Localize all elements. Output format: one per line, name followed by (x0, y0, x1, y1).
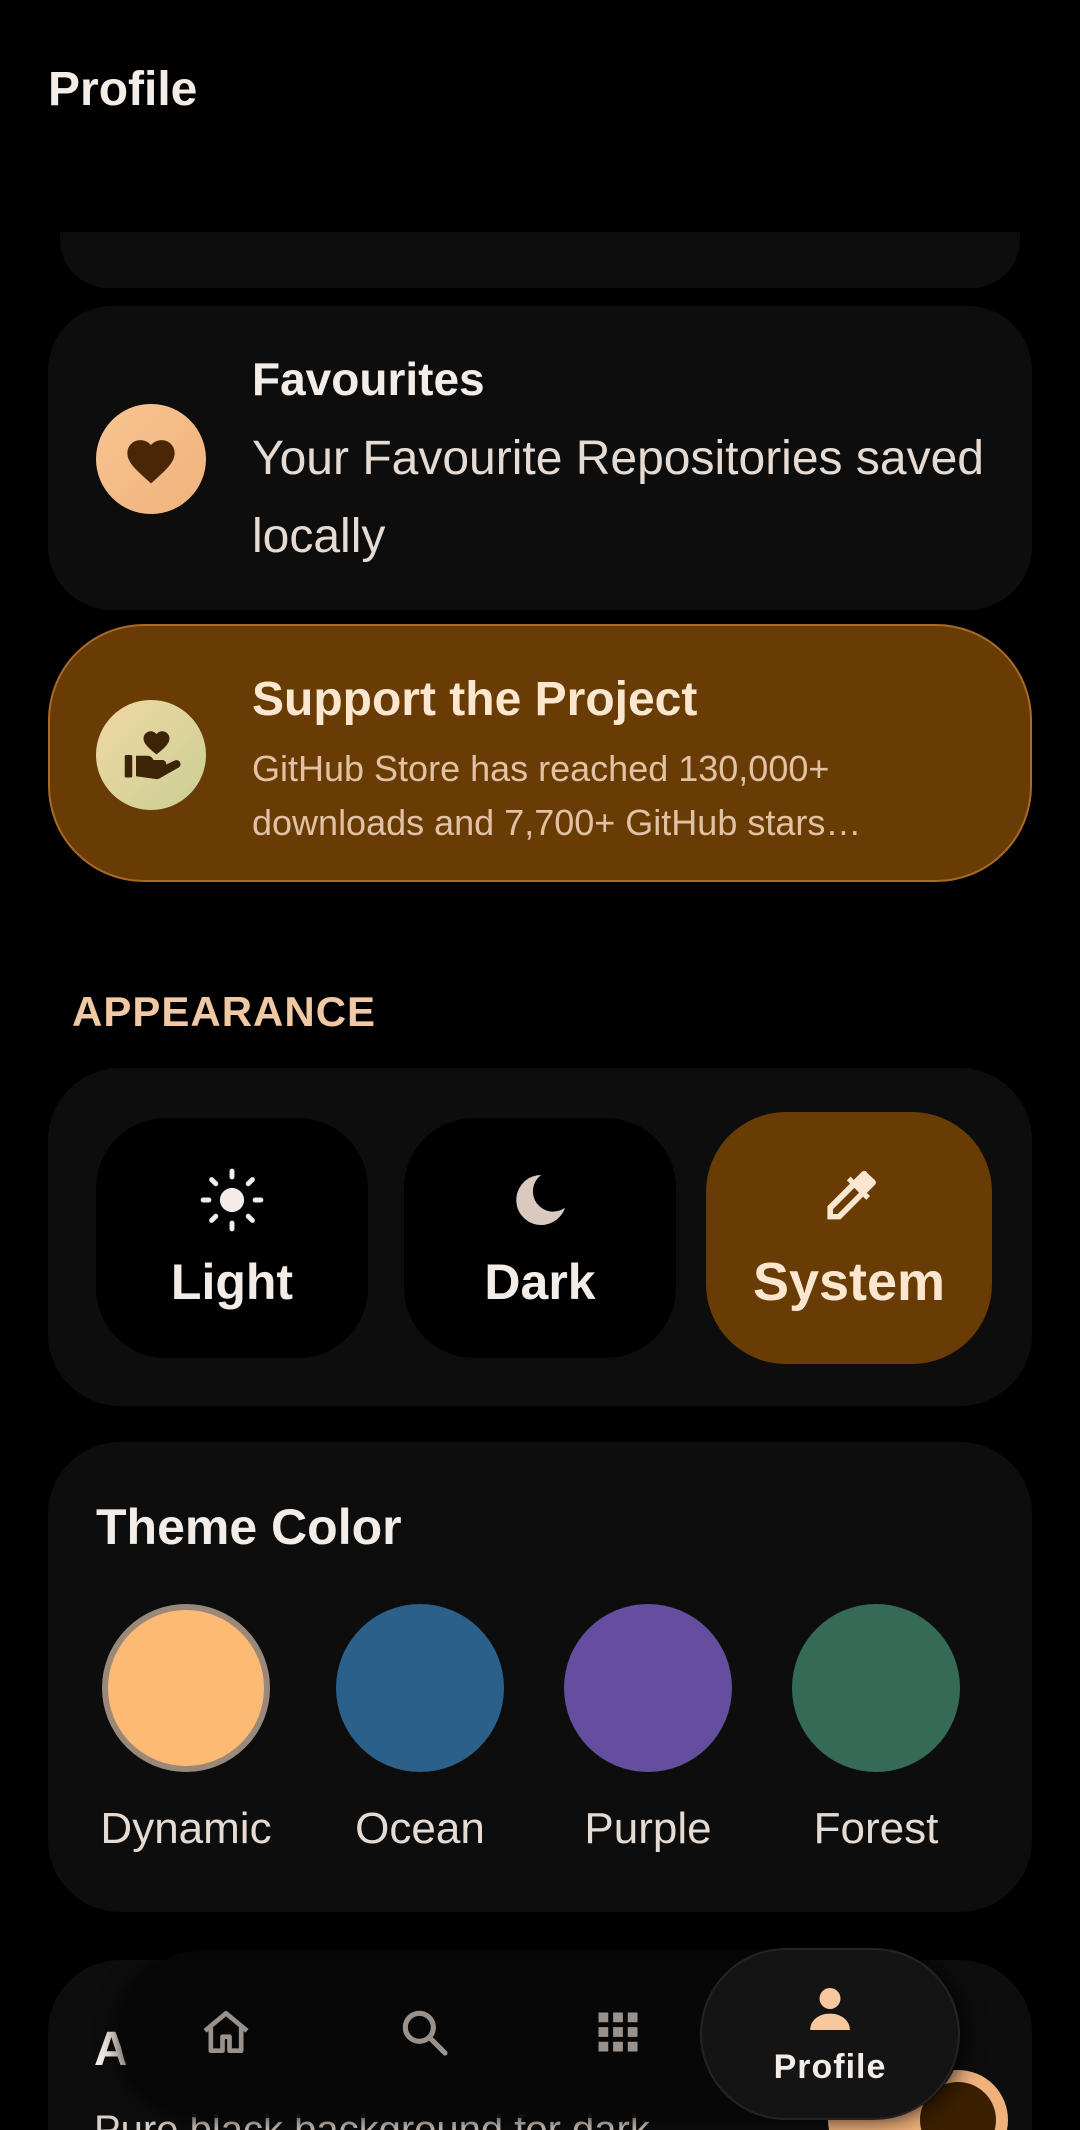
theme-color-title: Theme Color (96, 1499, 402, 1555)
nav-home[interactable] (166, 1950, 286, 2118)
swatch-label-purple: Purple (584, 1804, 712, 1853)
nav-search[interactable] (364, 1950, 484, 2118)
swatch-forest[interactable] (792, 1604, 960, 1772)
favourites-card[interactable]: Favourites Your Favourite Repositories s… (48, 306, 1032, 610)
scrolled-card-partial[interactable] (60, 232, 1020, 288)
support-project-card[interactable]: Support the Project GitHub Store has rea… (48, 624, 1032, 882)
apps-grid-icon (592, 2006, 644, 2063)
nav-profile-label: Profile (773, 2048, 887, 2086)
support-title: Support the Project (252, 673, 698, 726)
swatch-ocean[interactable] (336, 1604, 504, 1772)
hand-heart-icon (96, 700, 206, 810)
mode-light-label: Light (170, 1254, 294, 1310)
favourites-subtitle: Your Favourite Repositories saved locall… (252, 432, 984, 563)
moon-icon (510, 1165, 570, 1235)
eyedropper-icon (817, 1163, 881, 1233)
theme-color-card: Theme Color Dynamic Ocean Purple Forest (48, 1442, 1032, 1912)
swatch-label-ocean: Ocean (355, 1804, 485, 1853)
section-label-appearance: APPEARANCE (72, 988, 377, 1035)
mode-dark-button[interactable]: Dark (404, 1118, 676, 1358)
mode-dark-label: Dark (484, 1254, 596, 1310)
search-icon (396, 2004, 452, 2065)
page-title: Profile (48, 63, 198, 116)
heart-icon (96, 404, 206, 514)
swatch-dynamic[interactable] (102, 1604, 270, 1772)
swatch-label-dynamic: Dynamic (100, 1804, 272, 1853)
support-description: GitHub Store has reached 130,000+ downlo… (252, 748, 862, 843)
favourites-title: Favourites (252, 353, 485, 405)
mode-light-button[interactable]: Light (96, 1118, 368, 1358)
nav-profile[interactable]: Profile (700, 1948, 960, 2120)
swatch-purple[interactable] (564, 1604, 732, 1772)
home-icon (198, 2004, 254, 2065)
mode-system-label: System (752, 1252, 946, 1312)
appearance-mode-card: Light Dark System (48, 1068, 1032, 1406)
mode-system-button[interactable]: System (706, 1112, 992, 1364)
bottom-navigation: Profile (120, 1948, 962, 2120)
sun-icon (199, 1165, 265, 1235)
person-icon (802, 1981, 858, 2042)
top-app-bar: Profile (0, 0, 1080, 180)
swatch-label-forest: Forest (813, 1804, 939, 1853)
nav-apps[interactable] (558, 1950, 678, 2118)
